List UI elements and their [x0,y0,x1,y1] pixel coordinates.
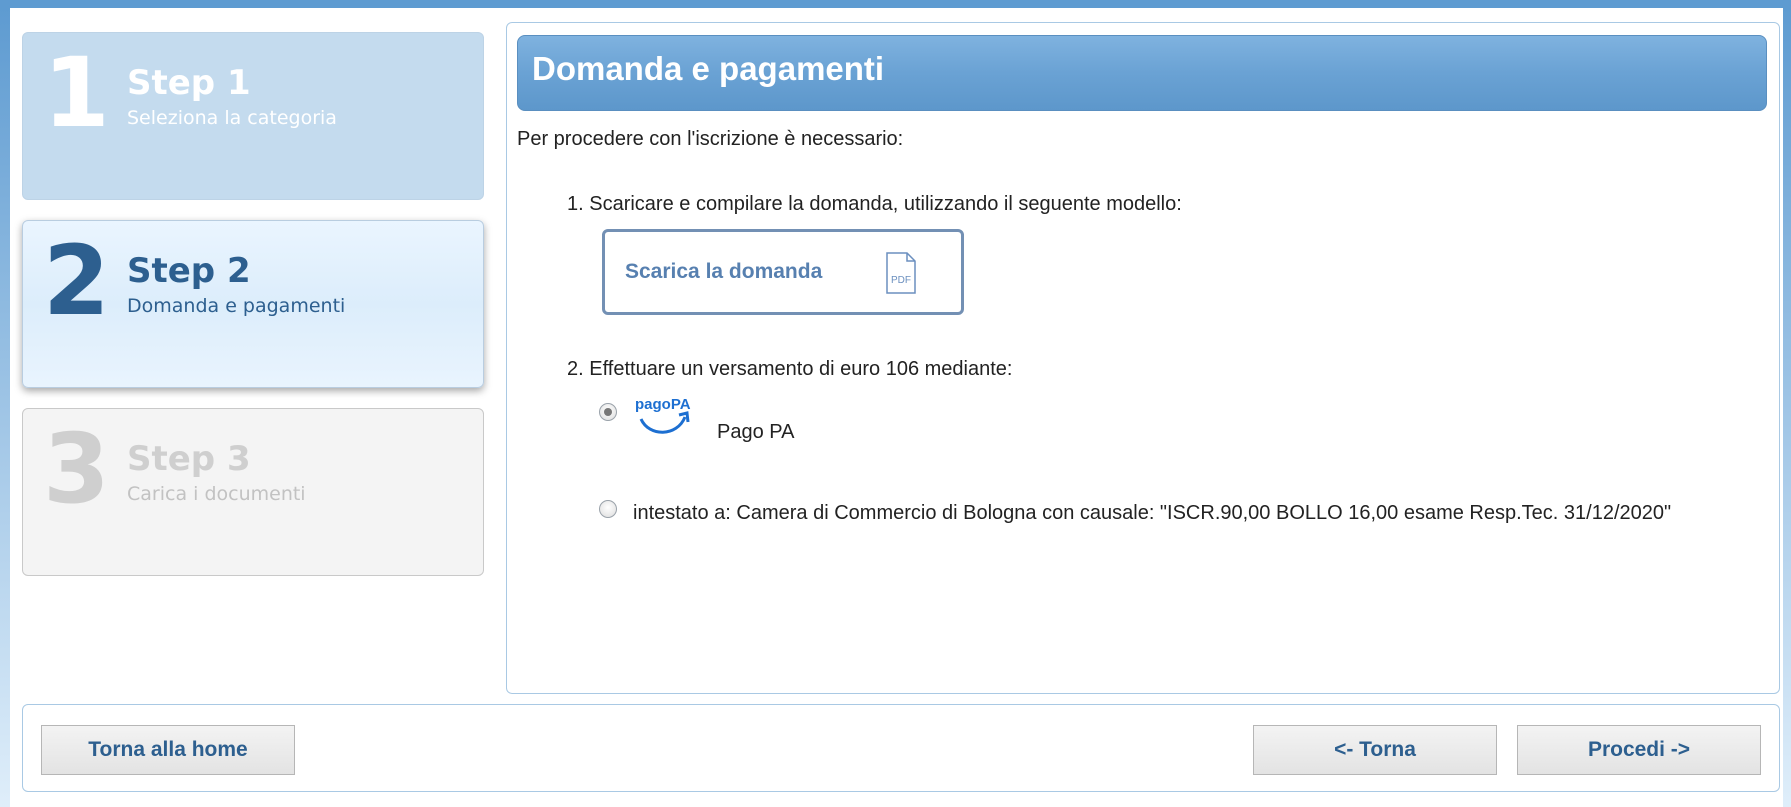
instruction-item-1: 1. Scaricare e compilare la domanda, uti… [567,193,1182,215]
step-subtitle: Domanda e pagamenti [127,295,346,317]
pdf-file-icon: PDF [886,252,916,294]
download-form-label: Scarica la domanda [625,260,823,283]
step-3: 3 Step 3 Carica i documenti [22,408,484,576]
main-panel: Domanda e pagamenti Per procedere con l'… [506,22,1780,694]
section-header: Domanda e pagamenti [517,35,1767,111]
pdf-icon-text: PDF [891,275,911,286]
pagopa-logo-text: pagoPA [635,396,691,413]
instruction-item-2: 2. Effettuare un versamento di euro 106 … [567,358,1013,380]
next-button[interactable]: Procedi -> [1517,725,1761,775]
home-button[interactable]: Torna alla home [41,725,295,775]
step-number: 2 [43,225,110,337]
step-subtitle: Seleziona la categoria [127,107,337,129]
pagopa-radio[interactable] [599,403,617,421]
step-title: Step 1 [127,63,251,103]
download-form-button[interactable]: Scarica la domanda PDF [602,229,964,315]
step-subtitle: Carica i documenti [127,483,306,505]
step-title: Step 2 [127,251,251,291]
step-number: 1 [43,37,110,149]
step-number: 3 [43,413,110,525]
bank-transfer-text: intestato a: Camera di Commercio di Bolo… [633,502,1672,524]
pagopa-logo-icon: pagoPA [635,396,691,434]
section-title: Domanda e pagamenti [532,50,885,87]
pagopa-label: Pago PA [717,421,795,443]
step-2[interactable]: 2 Step 2 Domanda e pagamenti [22,220,484,388]
bank-transfer-radio[interactable] [599,500,617,518]
intro-text: Per procedere con l'iscrizione è necessa… [517,128,904,150]
back-button[interactable]: <- Torna [1253,725,1497,775]
step-1[interactable]: 1 Step 1 Seleziona la categoria [22,32,484,200]
footer-bar: Torna alla home <- Torna Procedi -> [22,704,1780,792]
step-title: Step 3 [127,439,251,479]
